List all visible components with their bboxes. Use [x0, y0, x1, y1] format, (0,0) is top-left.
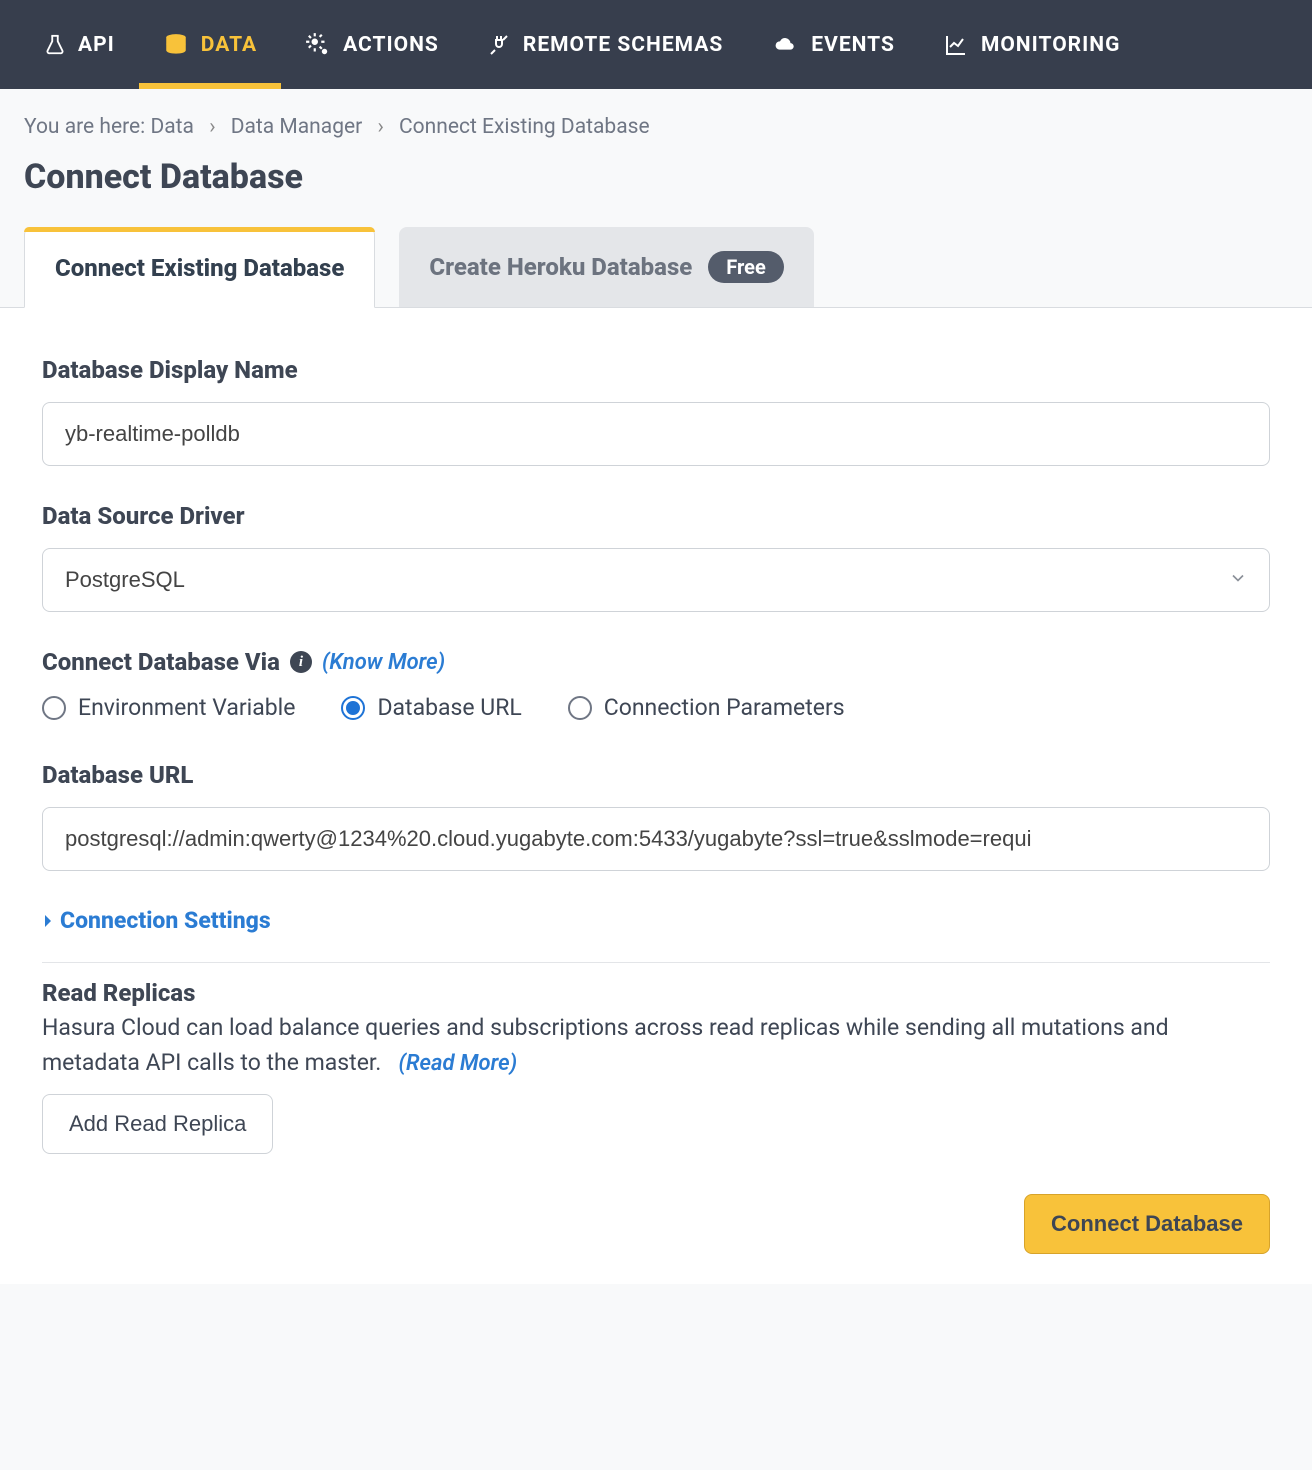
driver-select[interactable]: [42, 548, 1270, 612]
radio-env-var[interactable]: Environment Variable: [42, 694, 295, 721]
breadcrumb-prefix: You are here:: [24, 115, 145, 139]
tab-create-heroku[interactable]: Create Heroku Database Free: [399, 227, 813, 307]
radio-connection-params[interactable]: Connection Parameters: [568, 694, 845, 721]
breadcrumb-item: Connect Existing Database: [399, 115, 650, 139]
connect-via-radios: Environment Variable Database URL Connec…: [42, 694, 1270, 721]
breadcrumb: You are here: Data › Data Manager › Conn…: [0, 89, 1312, 139]
nav-label: REMOTE SCHEMAS: [523, 33, 723, 57]
chart-line-icon: [943, 33, 969, 57]
connection-settings-toggle[interactable]: Connection Settings: [42, 907, 1270, 934]
tab-label: Connect Existing Database: [55, 254, 344, 282]
nav-item-remote-schemas[interactable]: REMOTE SCHEMAS: [463, 0, 747, 89]
nav-item-data[interactable]: DATA: [139, 0, 281, 89]
divider: [42, 962, 1270, 963]
tab-label: Create Heroku Database: [429, 253, 692, 281]
database-icon: [163, 32, 189, 58]
connect-via-label: Connect Database Via i (Know More): [42, 648, 1270, 676]
top-nav: API DATA ACTIONS REMOTE SCHEMAS EVENTS M…: [0, 0, 1312, 89]
tabs: Connect Existing Database Create Heroku …: [0, 227, 1312, 308]
nav-label: DATA: [201, 33, 257, 57]
read-more-link[interactable]: (Read More): [399, 1051, 518, 1076]
driver-label: Data Source Driver: [42, 502, 1270, 530]
info-icon[interactable]: i: [290, 651, 312, 673]
breadcrumb-item[interactable]: Data Manager: [231, 115, 363, 139]
free-badge: Free: [708, 251, 783, 283]
breadcrumb-item[interactable]: Data: [150, 115, 194, 139]
radio-icon: [341, 696, 365, 720]
plug-icon: [487, 33, 511, 57]
db-url-label: Database URL: [42, 761, 1270, 789]
read-replicas-desc: Hasura Cloud can load balance queries an…: [42, 1011, 1270, 1080]
radio-icon: [568, 696, 592, 720]
display-name-label: Database Display Name: [42, 356, 1270, 384]
nav-item-monitoring[interactable]: MONITORING: [919, 0, 1144, 89]
flask-icon: [44, 32, 66, 58]
content-panel: Database Display Name Data Source Driver…: [0, 308, 1312, 1284]
connection-settings-label: Connection Settings: [60, 907, 271, 934]
add-read-replica-button[interactable]: Add Read Replica: [42, 1094, 273, 1154]
display-name-input[interactable]: [42, 402, 1270, 466]
tab-connect-existing[interactable]: Connect Existing Database: [24, 227, 375, 308]
connect-database-button[interactable]: Connect Database: [1024, 1194, 1270, 1254]
nav-item-actions[interactable]: ACTIONS: [281, 0, 463, 89]
know-more-link[interactable]: (Know More): [322, 650, 445, 675]
radio-database-url[interactable]: Database URL: [341, 694, 521, 721]
page-title: Connect Database: [0, 139, 1312, 227]
nav-label: MONITORING: [981, 33, 1120, 57]
footer-actions: Connect Database: [42, 1194, 1270, 1254]
nav-label: EVENTS: [811, 33, 895, 57]
chevron-right-icon: ›: [377, 115, 383, 139]
read-replicas-title: Read Replicas: [42, 979, 1270, 1007]
radio-label: Database URL: [377, 694, 521, 721]
nav-label: ACTIONS: [343, 33, 439, 57]
caret-right-icon: [42, 913, 54, 929]
chevron-right-icon: ›: [209, 115, 215, 139]
db-url-input[interactable]: [42, 807, 1270, 871]
radio-label: Connection Parameters: [604, 694, 845, 721]
radio-icon: [42, 696, 66, 720]
gears-icon: [305, 32, 331, 58]
cloud-icon: [771, 34, 799, 56]
nav-label: API: [78, 33, 115, 57]
nav-item-events[interactable]: EVENTS: [747, 0, 919, 89]
nav-item-api[interactable]: API: [20, 0, 139, 89]
radio-label: Environment Variable: [78, 694, 295, 721]
